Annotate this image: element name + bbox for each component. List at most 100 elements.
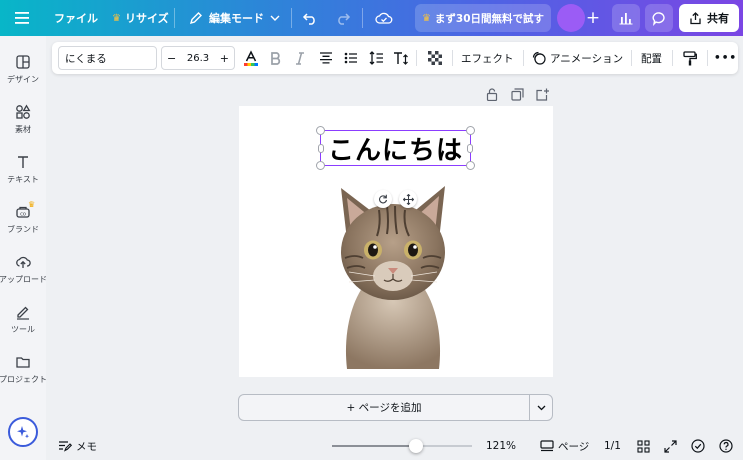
divider [672, 50, 673, 66]
avatar[interactable] [557, 4, 585, 32]
fullscreen-icon[interactable] [664, 432, 677, 460]
animation-button[interactable]: アニメーション [532, 42, 623, 74]
side-handle[interactable] [467, 144, 473, 153]
help-icon[interactable] [719, 432, 733, 460]
add-page-icon[interactable] [536, 86, 549, 101]
sidebar-item-label: アップロード [0, 275, 47, 284]
notes-label: メモ [76, 440, 97, 453]
share-button[interactable]: 共有 [679, 4, 739, 32]
file-menu[interactable]: ファイル [54, 0, 98, 36]
sidebar-item-label: テキスト [7, 175, 39, 184]
resize-handle[interactable] [316, 126, 325, 135]
divider [523, 50, 524, 66]
chevron-down-icon [537, 405, 545, 410]
add-collaborator-icon[interactable]: + [582, 4, 604, 32]
page-count: 1/1 [604, 440, 621, 452]
text-size-icon[interactable] [390, 42, 412, 74]
rotate-icon[interactable] [374, 190, 392, 208]
sidebar-item-design[interactable]: デザイン [0, 50, 46, 94]
pages-button[interactable]: ページ [540, 432, 589, 460]
line-spacing-icon[interactable] [365, 42, 387, 74]
magic-assistant-button[interactable] [8, 417, 38, 447]
design-page[interactable]: こんにちは [239, 106, 553, 377]
share-label: 共有 [707, 12, 729, 25]
analytics-icon[interactable] [612, 4, 640, 32]
add-page-dropdown[interactable] [529, 394, 553, 421]
resize-handle[interactable] [466, 126, 475, 135]
check-icon[interactable] [691, 432, 705, 460]
notes-button[interactable]: メモ [58, 432, 97, 460]
comment-icon[interactable] [645, 4, 673, 32]
add-page-button[interactable]: + ページを追加 [238, 394, 530, 421]
selected-text-box[interactable]: こんにちは [320, 130, 471, 166]
edit-mode-label: 編集モード [209, 12, 264, 25]
font-size-value[interactable]: 26.3 [187, 53, 209, 64]
effects-button[interactable]: エフェクト [461, 42, 514, 74]
position-button[interactable]: 配置 [641, 42, 662, 74]
top-bar: ファイル ♛ リサイズ 編集モード ♛ まず30日間無料で試す + 共有 [0, 0, 743, 36]
menu-icon[interactable] [14, 0, 30, 36]
resize-handle[interactable] [316, 161, 325, 170]
font-family-select[interactable]: にくまる [58, 46, 157, 70]
resize-label: リサイズ [124, 12, 169, 25]
sidebar-item-uploads[interactable]: アップロード [0, 250, 47, 294]
notes-icon [59, 441, 72, 452]
font-size-stepper[interactable]: − 26.3 + [161, 46, 235, 70]
animation-icon [532, 51, 546, 65]
bullet-list-icon[interactable] [340, 42, 362, 74]
redo-icon[interactable] [335, 0, 351, 36]
pen-icon [17, 306, 29, 320]
sidebar-item-tools[interactable]: ツール [0, 300, 46, 344]
cat-image[interactable] [329, 184, 457, 369]
sidebar-item-label: デザイン [7, 75, 39, 84]
italic-icon[interactable] [290, 42, 310, 74]
duplicate-page-icon[interactable] [511, 86, 524, 101]
sparkle-icon [17, 426, 29, 439]
transparency-icon[interactable] [424, 42, 446, 74]
animation-label: アニメーション [550, 52, 624, 65]
undo-icon[interactable] [302, 0, 318, 36]
more-options-button[interactable]: ••• [714, 42, 737, 74]
zoom-level[interactable]: 121% [486, 432, 516, 460]
bold-icon[interactable] [266, 42, 286, 74]
grid-view-icon[interactable] [637, 432, 650, 460]
share-icon [690, 11, 701, 24]
paint-roller-icon[interactable] [679, 42, 701, 74]
heading-text[interactable]: こんにちは [321, 131, 470, 166]
align-center-icon[interactable] [315, 42, 337, 74]
move-icon[interactable] [399, 190, 417, 208]
sidebar-item-text[interactable]: テキスト [0, 150, 46, 194]
divider [174, 8, 175, 28]
sidebar-item-label: プロジェクト [0, 375, 47, 384]
resize-handle[interactable] [466, 161, 475, 170]
divider [362, 8, 363, 28]
sidebar-item-projects[interactable]: プロジェクト [0, 350, 47, 394]
crown-icon: ♛ [112, 12, 121, 24]
edit-mode-dropdown[interactable]: 編集モード [189, 0, 280, 36]
side-handle[interactable] [318, 144, 324, 153]
sidebar-item-brand[interactable]: ♛ co ブランド [0, 200, 46, 244]
crown-icon: ♛ [421, 12, 431, 24]
lock-icon[interactable] [486, 86, 498, 102]
chevron-down-icon [270, 15, 280, 21]
shapes-icon [16, 104, 31, 119]
resize-button[interactable]: ♛ リサイズ [112, 0, 169, 36]
free-trial-label: まず30日間無料で試す [434, 12, 545, 25]
zoom-slider-fill [332, 445, 416, 447]
zoom-slider[interactable] [332, 439, 472, 453]
font-size-decrease-button[interactable]: − [167, 52, 176, 65]
text-color-icon[interactable] [241, 42, 261, 74]
divider [707, 50, 708, 66]
zoom-slider-thumb[interactable] [409, 439, 423, 453]
sidebar-item-elements[interactable]: 素材 [0, 100, 46, 144]
cloud-save-icon[interactable] [375, 0, 393, 36]
text-icon [18, 156, 28, 168]
sidebar-item-label: ツール [11, 325, 35, 334]
divider [291, 8, 292, 28]
text-toolbar: にくまる − 26.3 + エフェクト アニメーション 配置 ••• [52, 42, 738, 74]
pages-icon [540, 440, 554, 452]
divider [452, 50, 453, 66]
font-size-increase-button[interactable]: + [220, 52, 229, 65]
bottom-bar: メモ 121% ページ 1/1 [46, 432, 743, 460]
free-trial-button[interactable]: ♛ まず30日間無料で試す [415, 4, 551, 32]
